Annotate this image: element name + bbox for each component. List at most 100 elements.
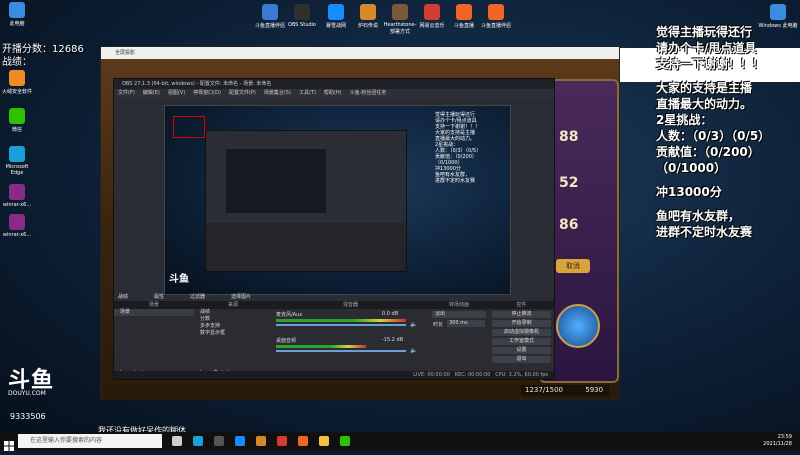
douyu-companion-icon	[488, 4, 504, 20]
desktop-icon[interactable]: 斗鱼直播	[446, 4, 482, 29]
game-fraction: 1237/1500	[525, 386, 563, 394]
virtual-camera-button[interactable]: 启动虚拟摄像机	[492, 329, 551, 336]
desktop-icon-label: 斗鱼直播伴侣	[254, 23, 285, 29]
desktop-icon-label: 此电脑	[9, 21, 25, 27]
audio-meter	[276, 319, 406, 322]
desktop-icon-label: OBS Studio	[288, 22, 316, 28]
desktop-icon[interactable]: 炉石传说	[350, 4, 386, 29]
overlay-line: 请办个卡/甩点道具	[656, 41, 757, 55]
live-status: LIVE: 00:00:00	[413, 372, 450, 378]
obs-title: OBS 27.1.3 (64-bit, windows) - 配置文件: 未命名…	[114, 79, 554, 89]
cpu-status: CPU: 3.2%, 60.00 fps	[495, 372, 548, 378]
menu-item[interactable]: 编辑(E)	[143, 90, 160, 96]
computer-icon	[9, 2, 25, 18]
taskbar-clock[interactable]: 23:59 2021/11/28	[763, 434, 792, 448]
winrar-icon	[9, 184, 25, 200]
overlay-line	[656, 200, 770, 208]
controls-dock-title: 控件	[489, 301, 554, 309]
desktop-icon[interactable]: 网易云音乐	[414, 4, 450, 29]
volume-slider[interactable]	[276, 350, 406, 352]
file-explorer-icon[interactable]	[319, 436, 329, 446]
transition-type-select[interactable]: 淡出	[432, 311, 486, 318]
desktop-icon-label: 火绒安全软件	[1, 89, 32, 95]
source-item[interactable]: 数字显示框	[194, 330, 272, 337]
game-score: 5930	[585, 386, 604, 394]
exit-button[interactable]: 退出	[492, 356, 551, 363]
preview-overlay-text: 觉得主播玩得还行 请办个卡/甩点道具 支持一下谢谢！！！ 大家的支持是主播 直播…	[435, 112, 505, 184]
mute-icon[interactable]: 🔈	[410, 321, 417, 328]
game-cancel-button[interactable]: 取消	[556, 259, 590, 273]
huorong-icon	[9, 70, 25, 86]
hearthstone-deck-icon	[392, 4, 408, 20]
mixer-dock-title: 混音器	[272, 301, 429, 309]
duration-input[interactable]: 300 ms	[447, 320, 485, 327]
source-tab[interactable]: 战绩	[118, 294, 128, 300]
menu-item[interactable]: 配置文件(P)	[229, 90, 256, 96]
scenes-dock: 场景 场景 + — ∧ ∨	[114, 301, 195, 379]
overlay-line: 冲13000分	[656, 185, 722, 199]
mixer-channel-name: 桌面音频	[276, 338, 297, 344]
netease-music-icon[interactable]	[277, 436, 287, 446]
menu-item[interactable]: 文件(F)	[118, 90, 135, 96]
rec-status: REC: 00:00:00	[454, 372, 491, 378]
scene-item[interactable]: 场景	[114, 309, 194, 316]
source-item[interactable]: 多步支持	[194, 323, 272, 330]
taskbar-search-input[interactable]: 在这里输入你要搜索的内容	[18, 434, 162, 448]
overlay-line: 贡献值：（0/200）	[656, 145, 760, 159]
studio-mode-button[interactable]: 工作室模式	[492, 338, 551, 345]
windows-start-icon[interactable]	[4, 436, 14, 451]
douyu-icon[interactable]	[298, 436, 308, 446]
start-recording-button[interactable]: 开始录制	[492, 320, 551, 327]
edge-icon[interactable]	[193, 436, 203, 446]
overlay-line: 进群不定时水友赛	[656, 225, 753, 239]
preview-highlight-box	[173, 116, 205, 138]
menu-item[interactable]: 视图(V)	[168, 90, 185, 96]
game-number-3: 86	[559, 217, 579, 233]
obs-window[interactable]: OBS 27.1.3 (64-bit, windows) - 配置文件: 未命名…	[113, 78, 555, 380]
hearthstone-icon[interactable]	[256, 436, 266, 446]
desktop-icon[interactable]: OBS Studio	[284, 4, 320, 28]
wechat-icon[interactable]	[340, 436, 350, 446]
desktop-icon-label: Hearthstone-部署方式	[383, 22, 417, 35]
desktop-icon[interactable]: winrar-x6...	[0, 214, 34, 238]
battlenet-icon[interactable]	[235, 436, 245, 446]
volume-slider[interactable]	[276, 324, 406, 326]
obs-statusbar: LIVE: 00:00:00 REC: 00:00:00 CPU: 3.2%, …	[114, 371, 554, 379]
menu-item[interactable]: 斗鱼-粉丝团任务	[350, 90, 387, 96]
overlay-line	[656, 176, 770, 184]
settings-button[interactable]: 设置	[492, 347, 551, 354]
netease-music-icon	[424, 4, 440, 20]
source-tab[interactable]: 过滤器	[190, 294, 205, 300]
controls-dock: 控件 停止推流 开始录制 启动虚拟摄像机 工作室模式 设置 退出	[489, 301, 555, 379]
task-view-icon[interactable]	[172, 436, 182, 446]
stop-streaming-button[interactable]: 停止推流	[492, 311, 551, 318]
desktop-icon[interactable]: 火绒安全软件	[0, 70, 34, 95]
obs-icon[interactable]	[214, 436, 224, 446]
source-tab[interactable]: 选择图片	[231, 294, 251, 300]
desktop-icon[interactable]: 微信	[0, 108, 34, 133]
audio-meter	[276, 345, 366, 348]
desktop-icon[interactable]: 斗鱼直播伴侣	[252, 4, 288, 29]
overlay-line: （0/1000）	[656, 161, 727, 175]
douyu-url: DOUYU.COM	[8, 390, 46, 397]
menu-item[interactable]: 帮助(H)	[324, 90, 342, 96]
desktop-icon[interactable]: 暴雪战网	[318, 4, 354, 29]
obs-menubar: 文件(F) 编辑(E) 视图(V) 停靠窗口(D) 配置文件(P) 场景集合(S) 工具(T…	[114, 89, 554, 98]
desktop-icon[interactable]: Microsoft Edge	[0, 146, 34, 176]
obs-preview[interactable]: 觉得主播玩得还行 请办个卡/甩点道具 支持一下谢谢！！！ 大家的支持是主播 直播…	[164, 105, 511, 295]
overlay-line: 鱼吧有水友群，	[656, 209, 741, 223]
source-tab[interactable]: 属性	[154, 294, 164, 300]
desktop-icon-label: winrar-x6...	[2, 202, 32, 208]
menu-item[interactable]: 停靠窗口(D)	[193, 90, 221, 96]
menu-item[interactable]: 场景集合(S)	[264, 90, 291, 96]
source-item[interactable]: 分数	[194, 316, 272, 323]
desktop-icon[interactable]: 斗鱼直播伴侣	[478, 4, 514, 29]
mute-icon[interactable]: 🔈	[410, 347, 417, 354]
menu-item[interactable]: 工具(T)	[299, 90, 316, 96]
desktop-icon[interactable]: Hearthstone-部署方式	[382, 4, 418, 35]
desktop-icon[interactable]: winrar-x6...	[0, 184, 34, 208]
portal-icon	[556, 304, 600, 348]
game-number-1: 88	[559, 129, 579, 145]
source-item[interactable]: 战绩	[194, 309, 272, 316]
desktop-icon[interactable]: 此电脑	[0, 2, 34, 27]
